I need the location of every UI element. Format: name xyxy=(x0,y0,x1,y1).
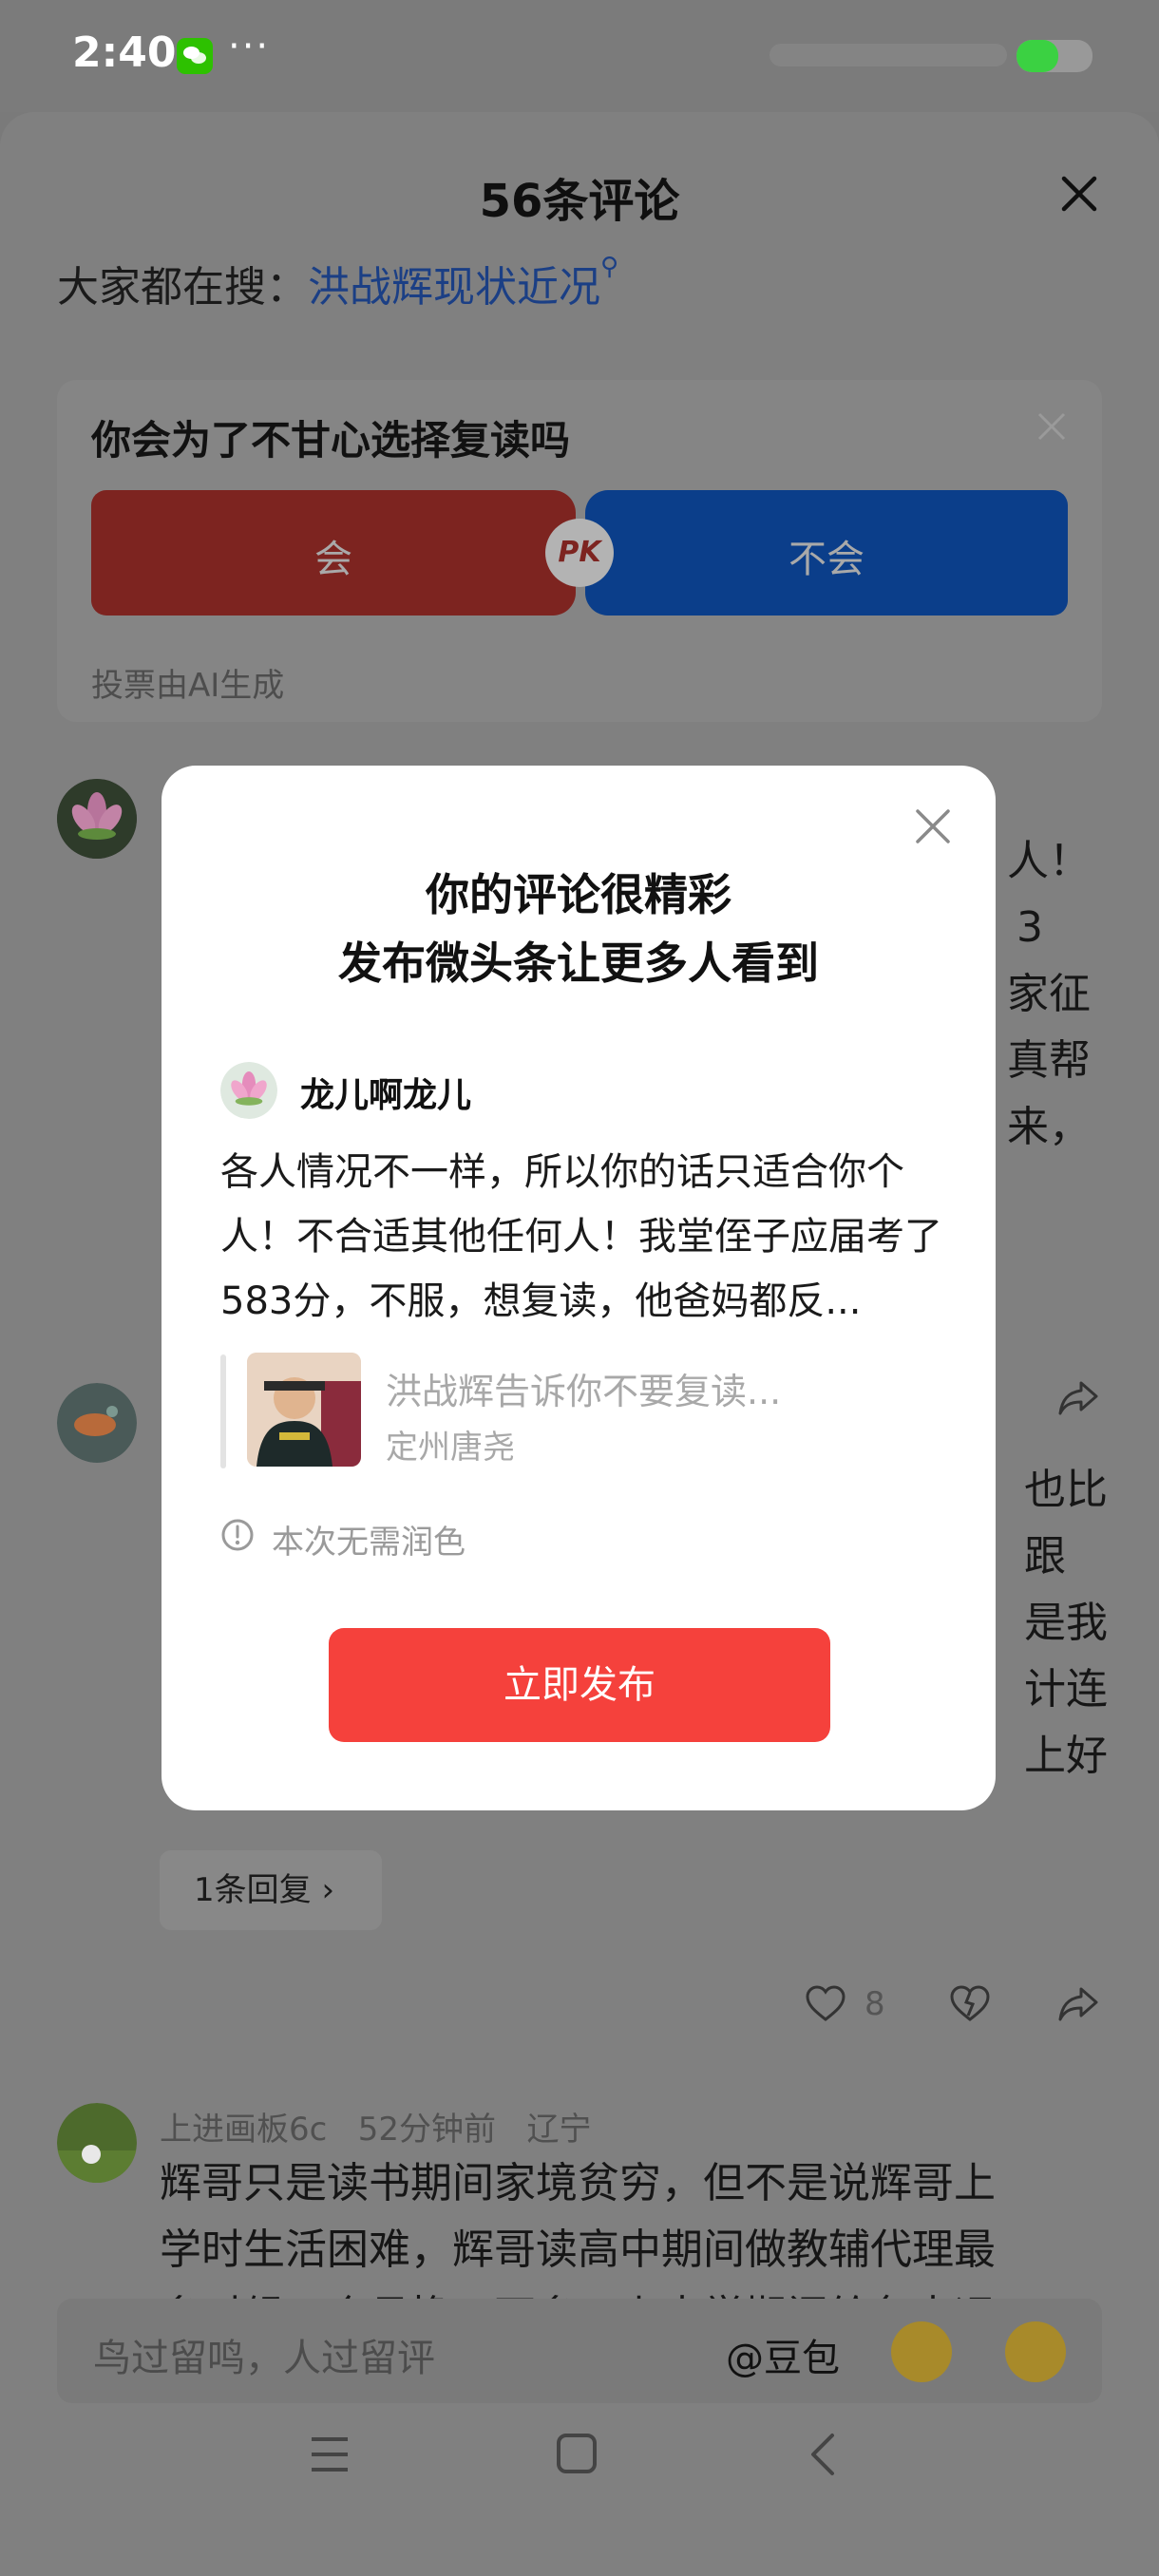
back-icon[interactable] xyxy=(804,2432,842,2477)
share-icon[interactable] xyxy=(1056,1375,1100,1419)
more-notifications-icon: ··· xyxy=(228,25,271,68)
trending-keyword[interactable]: 洪战辉现状近况 xyxy=(308,263,600,312)
video-author: 定州唐尧 xyxy=(386,1429,515,1467)
crying-face-icon[interactable] xyxy=(891,2321,952,2382)
video-title: 洪战辉告诉你不要复读... xyxy=(386,1371,782,1412)
vote-card: 你会为了不甘心选择复读吗 会 不会 PK 投票由AI生成 xyxy=(57,380,1102,722)
avatar[interactable] xyxy=(57,779,137,859)
like-icon[interactable] xyxy=(804,1983,847,2023)
vote-question: 你会为了不甘心选择复读吗 xyxy=(91,417,571,464)
vote-yes-label: 会 xyxy=(314,538,352,581)
close-icon[interactable] xyxy=(1054,169,1104,218)
vote-dismiss-icon[interactable] xyxy=(1036,410,1068,443)
avatar xyxy=(220,1062,277,1119)
comment-time: 52分钟前 xyxy=(357,2111,497,2149)
trending-label: 大家都在搜： xyxy=(57,263,308,312)
replies-button[interactable]: 1条回复 › xyxy=(160,1850,382,1930)
publish-dialog: 你的评论很精彩 发布微头条让更多人看到 龙儿啊龙儿 各人情况不一样，所以你的话只… xyxy=(162,766,996,1810)
status-time: 2:40 xyxy=(72,28,177,77)
comment-text-fragment: 人！ xyxy=(1007,837,1091,885)
dialog-title-line1: 你的评论很精彩 xyxy=(426,869,732,920)
signal-icons xyxy=(770,44,1007,66)
dialog-info-text: 本次无需润色 xyxy=(272,1524,466,1562)
home-icon[interactable] xyxy=(555,2432,598,2475)
comment-location: 辽宁 xyxy=(526,2111,592,2149)
comment-meta: 上进画板6c 52分钟前 辽宁 xyxy=(160,2103,591,2150)
lotus-avatar-icon xyxy=(220,1062,277,1119)
lotus-avatar-icon xyxy=(57,779,137,859)
comment-body-line: 学时生活困难，辉哥读高中期间做教辅代理最 xyxy=(160,2226,996,2274)
like-count: 8 xyxy=(864,1985,885,2023)
tired-face-icon[interactable] xyxy=(1005,2321,1066,2382)
avatar[interactable] xyxy=(57,1383,137,1463)
battery-icon xyxy=(1016,40,1092,72)
comment-text-fragment: 计连 xyxy=(1024,1665,1108,1714)
share-icon[interactable] xyxy=(1056,1981,1100,2025)
comment-text-fragment: 来， xyxy=(1007,1103,1091,1151)
system-indicators xyxy=(770,40,1092,72)
dialog-title-line2: 发布微头条让更多人看到 xyxy=(338,938,819,989)
fish-avatar-icon xyxy=(57,1383,137,1463)
comment-text-fragment: 真帮 xyxy=(1007,1036,1091,1085)
vote-yes-button[interactable]: 会 xyxy=(91,490,576,616)
golf-avatar-icon xyxy=(57,2103,137,2183)
vote-note: 投票由AI生成 xyxy=(91,667,285,705)
comment-text-fragment: 是我 xyxy=(1024,1599,1108,1647)
dialog-title: 你的评论很精彩 发布微头条让更多人看到 xyxy=(162,861,996,997)
video-thumbnail-image xyxy=(247,1353,361,1467)
comment-text-fragment: 也比 xyxy=(1024,1466,1108,1514)
dialog-comment-body: 各人情况不一样，所以你的话只适合你个人！不合适其他任何人！我堂侄子应届考了583… xyxy=(220,1150,942,1323)
vote-no-button[interactable]: 不会 xyxy=(585,490,1068,616)
quote-bar xyxy=(220,1354,226,1468)
dislike-icon[interactable] xyxy=(948,1983,992,2023)
video-thumbnail xyxy=(247,1353,361,1467)
comment-text-fragment: 3 xyxy=(1016,903,1043,952)
battery-level xyxy=(1016,40,1058,72)
pk-badge: PK xyxy=(545,519,614,587)
info-icon xyxy=(221,1519,254,1551)
close-icon[interactable] xyxy=(914,807,952,845)
navigation-bar xyxy=(0,2375,1159,2576)
vote-no-label: 不会 xyxy=(788,538,864,581)
publish-button[interactable]: 立即发布 xyxy=(329,1628,830,1742)
trending-search[interactable]: 大家都在搜：洪战辉现状近况⚲ xyxy=(57,253,618,313)
search-icon: ⚲ xyxy=(600,253,619,281)
comment-username[interactable]: 上进画板6c xyxy=(160,2111,327,2149)
status-bar: 2:40 ··· xyxy=(0,0,1159,112)
comment-text-fragment: 跟 xyxy=(1024,1532,1066,1581)
dialog-username: 龙儿啊龙儿 xyxy=(300,1076,472,1115)
comment-body-line: 辉哥只是读书期间家境贫穷，但不是说辉哥上 xyxy=(160,2159,996,2207)
avatar[interactable] xyxy=(57,2103,137,2183)
comment-text-fragment: 家征 xyxy=(1007,970,1091,1018)
wechat-icon xyxy=(177,38,213,74)
comments-title: 56条评论 xyxy=(479,175,680,228)
menu-icon[interactable] xyxy=(308,2434,352,2475)
comment-text-fragment: 上好 xyxy=(1024,1732,1108,1780)
